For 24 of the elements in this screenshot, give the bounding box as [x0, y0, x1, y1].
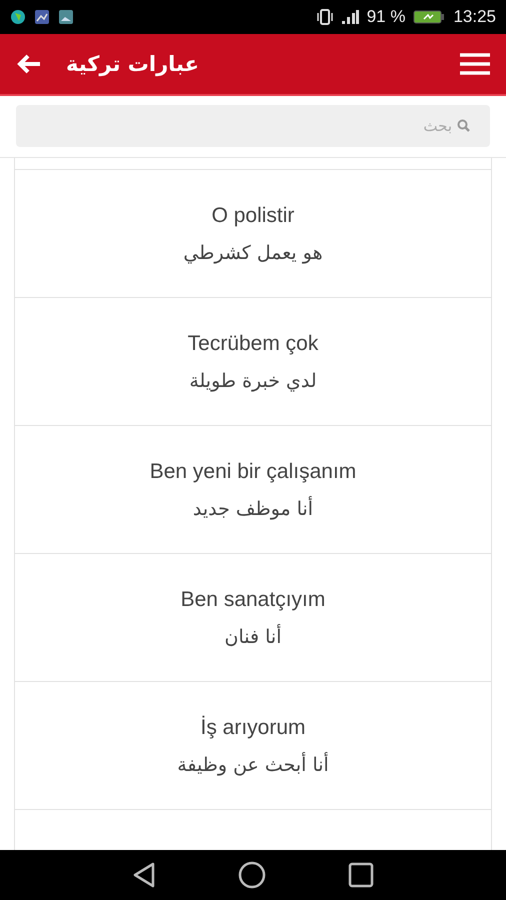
arabic-translation: أنا فنان	[224, 626, 282, 648]
turkish-phrase: İş arıyorum	[200, 716, 306, 740]
turkish-phrase: Ben yeni bir çalışanım	[150, 460, 356, 484]
turkish-phrase: Tecrübem çok	[188, 332, 318, 356]
search-icon	[457, 119, 470, 132]
app-title: عبارات تركية	[66, 52, 199, 76]
turkish-phrase: O polistir	[212, 204, 294, 228]
arabic-translation: هو يعمل كشرطي	[183, 242, 323, 264]
recents-button[interactable]	[348, 862, 374, 888]
back-nav-button[interactable]	[132, 862, 156, 888]
signal-icon	[340, 9, 359, 25]
arabic-translation: لدي خبرة طويلة	[189, 370, 317, 392]
vibrate-icon	[316, 9, 333, 25]
battery-percentage: 91 %	[366, 7, 406, 27]
globe-icon	[10, 9, 26, 25]
home-button[interactable]	[238, 861, 266, 889]
clock-time: 13:25	[453, 7, 496, 27]
image-icon	[34, 9, 50, 25]
picture-icon	[58, 9, 74, 25]
arabic-translation: أنا موظف جديد	[192, 498, 314, 520]
arabic-translation: أنا أبحث عن وظيفة	[177, 754, 329, 776]
turkish-phrase: Ben sanatçıyım	[180, 588, 326, 612]
search-field[interactable]: بحث	[16, 105, 490, 147]
battery-icon	[413, 9, 446, 25]
